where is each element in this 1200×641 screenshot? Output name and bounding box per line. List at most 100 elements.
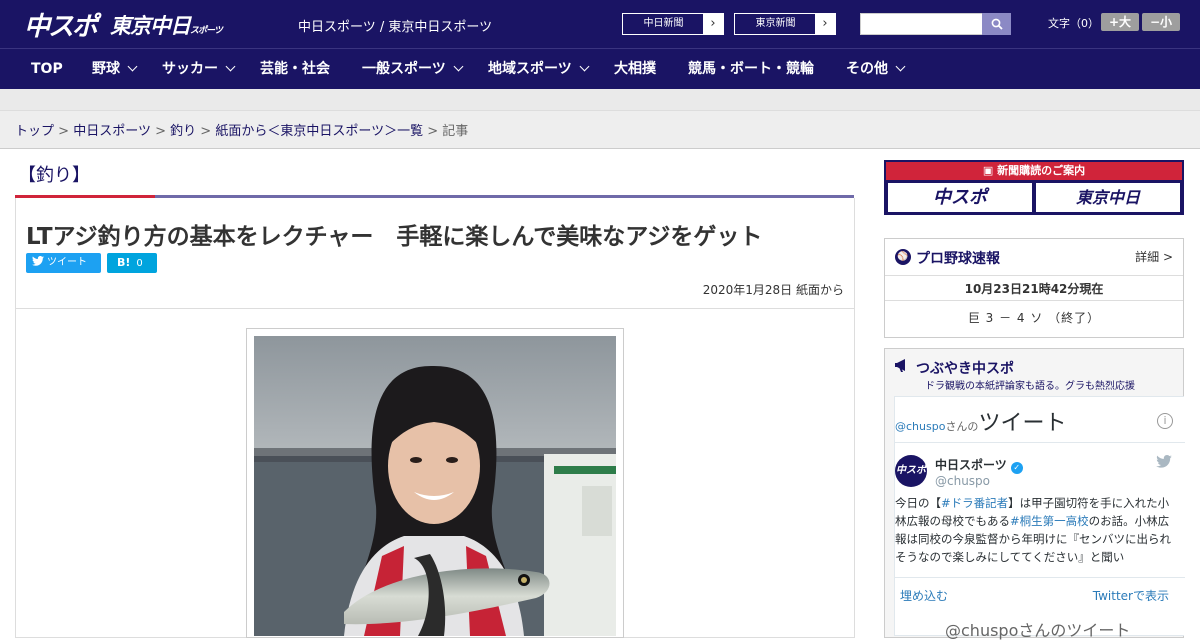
spacer-bar	[0, 89, 1200, 111]
chevron-right-icon: ›	[703, 14, 723, 34]
nav-item-entertainment[interactable]: 芸能・社会	[260, 49, 330, 90]
breadcrumb-link-chunichi-sports[interactable]: 中日スポーツ	[73, 124, 151, 139]
breadcrumb-separator: >	[58, 124, 70, 139]
section-title: 【釣り】	[18, 165, 90, 186]
font-size-down-button[interactable]: −小	[1142, 13, 1180, 31]
tokyo-chunichi-logo-text: 東京中日	[110, 14, 191, 38]
view-on-twitter-link[interactable]: Twitterで表示	[1093, 587, 1169, 604]
top-bar: 中スポ 東京中日スポーツ 中日スポーツ / 東京中日スポーツ 中日新聞 › 東京…	[0, 0, 1200, 48]
divider	[895, 577, 1185, 578]
article-header-divider	[15, 308, 855, 309]
tweet-text-part: 今日の【	[895, 496, 941, 510]
nav-item-label: 大相撲	[614, 61, 656, 77]
article-date: 2020年1月28日 紙面から	[702, 283, 844, 297]
chevron-down-icon	[127, 61, 138, 72]
subscription-heading-text: 新聞購読のご案内	[997, 164, 1086, 177]
nav-item-label: TOP	[31, 61, 63, 77]
breadcrumb-link-top[interactable]: トップ	[15, 124, 54, 139]
nav-item-soccer[interactable]: サッカー	[162, 49, 236, 90]
embed-link[interactable]: 埋め込む	[900, 587, 948, 604]
nav-item-label: 芸能・社会	[260, 61, 330, 77]
subscription-heading: ▣ 新聞購読のご案内	[886, 162, 1182, 180]
breadcrumb-link-fishing[interactable]: 釣り	[170, 124, 196, 139]
breadcrumb: トップ > 中日スポーツ > 釣り > 紙面から＜東京中日スポーツ＞一覧 > 記…	[15, 120, 468, 139]
main-nav: TOP 野球 サッカー 芸能・社会 一般スポーツ 地域スポーツ 大相撲 競馬・ボ…	[0, 48, 1200, 89]
nav-item-sumo[interactable]: 大相撲	[614, 49, 656, 90]
twitter-heading-big: ツイート	[978, 411, 1067, 436]
tokyo-shimbun-label: 東京新聞	[755, 18, 796, 29]
tokyo-chunichi-logo-small: スポーツ	[190, 26, 223, 36]
nav-item-regional-sports[interactable]: 地域スポーツ	[488, 49, 590, 90]
chevron-down-icon	[579, 61, 590, 72]
avatar[interactable]: 中スポ	[895, 455, 927, 487]
nav-item-label: その他	[846, 61, 888, 77]
verified-icon: ✓	[1010, 462, 1023, 474]
twitter-timeline-widget: @chuspoさんのツイート i 中スポ 中日スポーツ ✓ @chuspo 今日の…	[894, 396, 1185, 640]
tweet-button[interactable]: ツイート	[26, 253, 101, 273]
tweet-text: 今日の【#ドラ番記者】は甲子園切符を手に入れた小林広報の母校でもある#桐生第一高…	[895, 494, 1180, 570]
chunichi-shimbun-link[interactable]: 中日新聞 ›	[622, 13, 724, 35]
twitter-handle-link[interactable]: @chuspo	[895, 420, 945, 433]
hatena-icon: B!	[117, 256, 131, 269]
twitter-bird-icon[interactable]	[1156, 455, 1172, 472]
divider	[885, 275, 1183, 276]
baseball-update-time: 10月23日21時42分現在	[964, 282, 1104, 296]
tweet-hashtag[interactable]: #桐生第一高校	[1010, 514, 1089, 528]
tsubuyaki-subtitle: ドラ観戦の本紙評論家も語る。グラも熱烈応援	[925, 381, 1135, 392]
twitter-bird-icon	[32, 256, 44, 266]
nav-item-racing[interactable]: 競馬・ボート・競輪	[688, 49, 814, 90]
nav-item-label: 競馬・ボート・競輪	[688, 61, 814, 77]
chuspo-logo[interactable]: 中スポ	[24, 6, 98, 43]
chunichi-shimbun-label: 中日新聞	[643, 18, 684, 29]
article-photo[interactable]	[254, 336, 616, 636]
nav-item-label: 一般スポーツ	[362, 61, 446, 77]
site-title: 中日スポーツ / 東京中日スポーツ	[298, 20, 493, 35]
baseball-details-link[interactable]: 詳細 >	[1135, 248, 1173, 265]
breadcrumb-link-paper-list[interactable]: 紙面から＜東京中日スポーツ＞一覧	[215, 124, 423, 139]
nav-item-other[interactable]: その他	[846, 49, 906, 90]
subscribe-tokyo-chunichi-button[interactable]: 東京中日	[1036, 183, 1180, 212]
search-icon	[991, 18, 1003, 30]
search-button[interactable]	[982, 13, 1011, 35]
nav-item-label: 地域スポーツ	[488, 61, 572, 77]
tweet-author-handle[interactable]: @chuspo	[935, 474, 990, 488]
tweet-hashtag[interactable]: #ドラ番記者	[941, 496, 1008, 510]
baseball-scores-panel: ⚾ プロ野球速報 詳細 > 10月23日21時42分現在 巨 3 － 4 ソ （…	[884, 238, 1184, 338]
nav-item-label: 野球	[92, 61, 120, 77]
info-icon[interactable]: i	[1157, 413, 1173, 429]
search-input[interactable]	[860, 13, 983, 35]
twitter-widget-header: @chuspoさんのツイート i	[895, 397, 1185, 443]
chevron-down-icon	[225, 61, 236, 72]
subscription-banner: ▣ 新聞購読のご案内 中スポ 東京中日	[884, 160, 1184, 215]
hatena-count: 0	[136, 258, 143, 269]
hatena-bookmark-button[interactable]: B! 0	[107, 253, 157, 273]
breadcrumb-separator: >	[427, 124, 439, 139]
breadcrumb-separator: >	[200, 124, 212, 139]
nav-item-label: サッカー	[162, 61, 218, 77]
tsubuyaki-title: つぶやき中スポ	[916, 361, 1014, 377]
newspaper-icon: ▣	[982, 164, 998, 177]
divider	[885, 300, 1183, 301]
chevron-down-icon	[453, 61, 464, 72]
chevron-down-icon	[895, 61, 906, 72]
tokyo-shimbun-link[interactable]: 東京新聞 ›	[734, 13, 836, 35]
twitter-next-heading: @chuspoさんのツイート	[945, 621, 1131, 640]
tokyo-chunichi-logo[interactable]: 東京中日スポーツ	[110, 10, 223, 40]
twitter-heading-suffix: さんの	[945, 420, 979, 433]
chevron-right-icon: ›	[815, 14, 835, 34]
twitter-widget-heading: @chuspoさんのツイート	[895, 405, 1066, 437]
breadcrumb-separator: >	[155, 124, 166, 139]
nav-item-top[interactable]: TOP	[31, 49, 63, 90]
baseball-scores-title: プロ野球速報	[916, 251, 1000, 267]
tweet-author-name[interactable]: 中日スポーツ ✓	[935, 456, 1023, 474]
tweet-author-name-text: 中日スポーツ	[935, 458, 1007, 472]
baseball-game-score[interactable]: 巨 3 － 4 ソ （終了）	[885, 309, 1183, 326]
article-title: LTアジ釣り方の基本をレクチャー 手軽に楽しんで美味なアジをゲット	[26, 224, 763, 250]
subscribe-chuspo-button[interactable]: 中スポ	[888, 183, 1032, 212]
breadcrumb-current: 記事	[442, 124, 469, 139]
baseball-icon: ⚾	[895, 249, 911, 265]
font-size-up-button[interactable]: +大	[1101, 13, 1139, 31]
nav-item-general-sports[interactable]: 一般スポーツ	[362, 49, 464, 90]
megaphone-icon	[895, 357, 911, 377]
nav-item-baseball[interactable]: 野球	[92, 49, 138, 90]
